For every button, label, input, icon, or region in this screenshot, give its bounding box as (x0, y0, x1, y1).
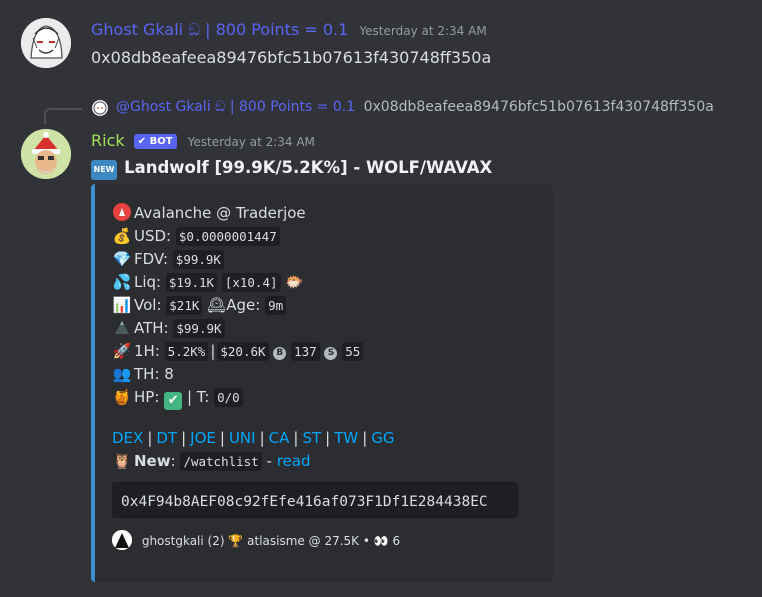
reply-content[interactable]: 0x08db8eafeea89476bfc51b07613f430748ff35… (364, 99, 714, 115)
link-ca[interactable]: CA (269, 429, 290, 447)
contract-code-block[interactable]: 0x4F94b8AEF08c92fEfe416af073F1Df1E284438… (112, 482, 518, 518)
liq-value: $19.1K (165, 273, 218, 292)
chain-line: Avalanche @ Traderjoe (112, 202, 518, 225)
ath-value: $99.9K (173, 319, 225, 338)
age-value: 9m (265, 296, 287, 315)
ghost-avatar[interactable] (21, 18, 71, 68)
fdv-line: 💎 FDV: $99.9K (112, 248, 518, 271)
token-title: Landwolf [99.9K/5.2K%] - WOLF/WAVAX (124, 158, 493, 177)
contract-address: 0x4F94b8AEF08c92fEfe416af073F1Df1E284438… (121, 494, 488, 510)
message-ghost: Ghost Gkali ඞ | 800 Points = 0.1 Yesterd… (0, 14, 762, 74)
footer-avatar-icon (112, 530, 132, 550)
link-st[interactable]: ST (302, 429, 321, 447)
link-dex[interactable]: DEX (112, 429, 143, 447)
h1-buys: 137 (291, 342, 320, 361)
bot-badge: ✔ BOT (133, 134, 177, 149)
liq-multiplier: [x10.4] (221, 273, 281, 292)
fdv-value: $99.9K (172, 250, 224, 269)
reply-reference[interactable]: @Ghost Gkali ඞ | 800 Points = 0.1 0x08db… (0, 98, 762, 124)
th-line: 👥 TH: 8 (112, 363, 518, 386)
rick-author-name[interactable]: Rick (91, 131, 125, 150)
owl-icon: 🦉 (112, 452, 132, 470)
avalanche-icon (112, 202, 132, 225)
footer-user: ghostgkali (2) (141, 534, 225, 548)
links-line: DEX | DT | JOE | UNI | CA | ST | TW | GG (112, 429, 395, 447)
vol-value: $21K (166, 296, 203, 315)
token-embed: Avalanche @ Traderjoe 💰 USD: $0.000000144… (91, 184, 553, 582)
message-title: NEW Landwolf [99.9K/5.2K%] - WOLF/WAVAX (91, 156, 492, 180)
link-tw[interactable]: TW (334, 429, 358, 447)
link-uni[interactable]: UNI (229, 429, 256, 447)
rick-timestamp: Yesterday at 2:34 AM (187, 135, 315, 149)
ghost-author-name[interactable]: Ghost Gkali ඞ | 800 Points = 0.1 (91, 20, 348, 39)
hp-t-value: 0/0 (214, 388, 243, 407)
link-gg[interactable]: GG (371, 429, 394, 447)
link-joe[interactable]: JOE (190, 429, 216, 447)
h1-percent: 5.2K% (164, 342, 209, 361)
clock-icon: 🕰 (207, 296, 227, 314)
footer-score: atlasisme @ 27.5K • (247, 534, 370, 548)
droplets-icon: 💦 (112, 273, 132, 291)
ath-line: ATH: $99.9K (112, 317, 518, 340)
trophy-icon: 🏆 (228, 534, 244, 548)
liq-line: 💦 Liq: $19.1K [x10.4] 🐡 (112, 271, 518, 294)
new-badge-icon: NEW (91, 160, 117, 180)
money-bag-icon: 💰 (112, 227, 132, 245)
h1-sells: 55 (342, 342, 364, 361)
usd-value: $0.0000001447 (175, 227, 280, 246)
footer-count: 6 (392, 534, 401, 548)
watchlist-line: 🦉 New: /watchlist - read (112, 450, 518, 473)
reply-author[interactable]: @Ghost Gkali ඞ | 800 Points = 0.1 (116, 99, 355, 115)
bar-chart-icon: 📊 (112, 296, 132, 314)
blowfish-icon: 🐡 (285, 273, 304, 291)
reply-connector (44, 108, 82, 124)
ghost-message-content: 0x08db8eafeea89476bfc51b07613f430748ff35… (91, 48, 492, 67)
honey-pot-icon: 🍯 (112, 388, 132, 406)
watchlist-command: /watchlist (180, 452, 262, 471)
hp-line: 🍯 HP: ✔ | T: 0/0 (112, 386, 518, 410)
buys-icon: B (273, 347, 287, 360)
rick-avatar[interactable] (21, 129, 71, 179)
link-dt[interactable]: DT (156, 429, 177, 447)
check-mark-icon: ✔ (164, 392, 183, 410)
h1-line: 🚀 1H: 5.2K% | $20.6K B 137 S 55 (112, 340, 518, 363)
ghost-timestamp: Yesterday at 2:34 AM (359, 24, 487, 38)
h1-volume: $20.6K (217, 342, 269, 361)
rocket-icon: 🚀 (112, 342, 132, 360)
read-link[interactable]: read (277, 452, 311, 470)
gem-icon: 💎 (112, 250, 132, 268)
sells-icon: S (324, 347, 338, 360)
busts-icon: 👥 (112, 365, 132, 383)
verified-check-icon: ✔ (137, 136, 147, 147)
reply-avatar (92, 100, 108, 116)
usd-line: 💰 USD: $0.0000001447 (112, 225, 518, 248)
vol-line: 📊 Vol: $21K 🕰Age: 9m (112, 294, 518, 317)
embed-footer: ghostgkali (2) 🏆 atlasisme @ 27.5K • 👀 6 (112, 530, 518, 550)
mountain-icon (112, 317, 132, 340)
eyes-icon: 👀 (373, 534, 389, 548)
